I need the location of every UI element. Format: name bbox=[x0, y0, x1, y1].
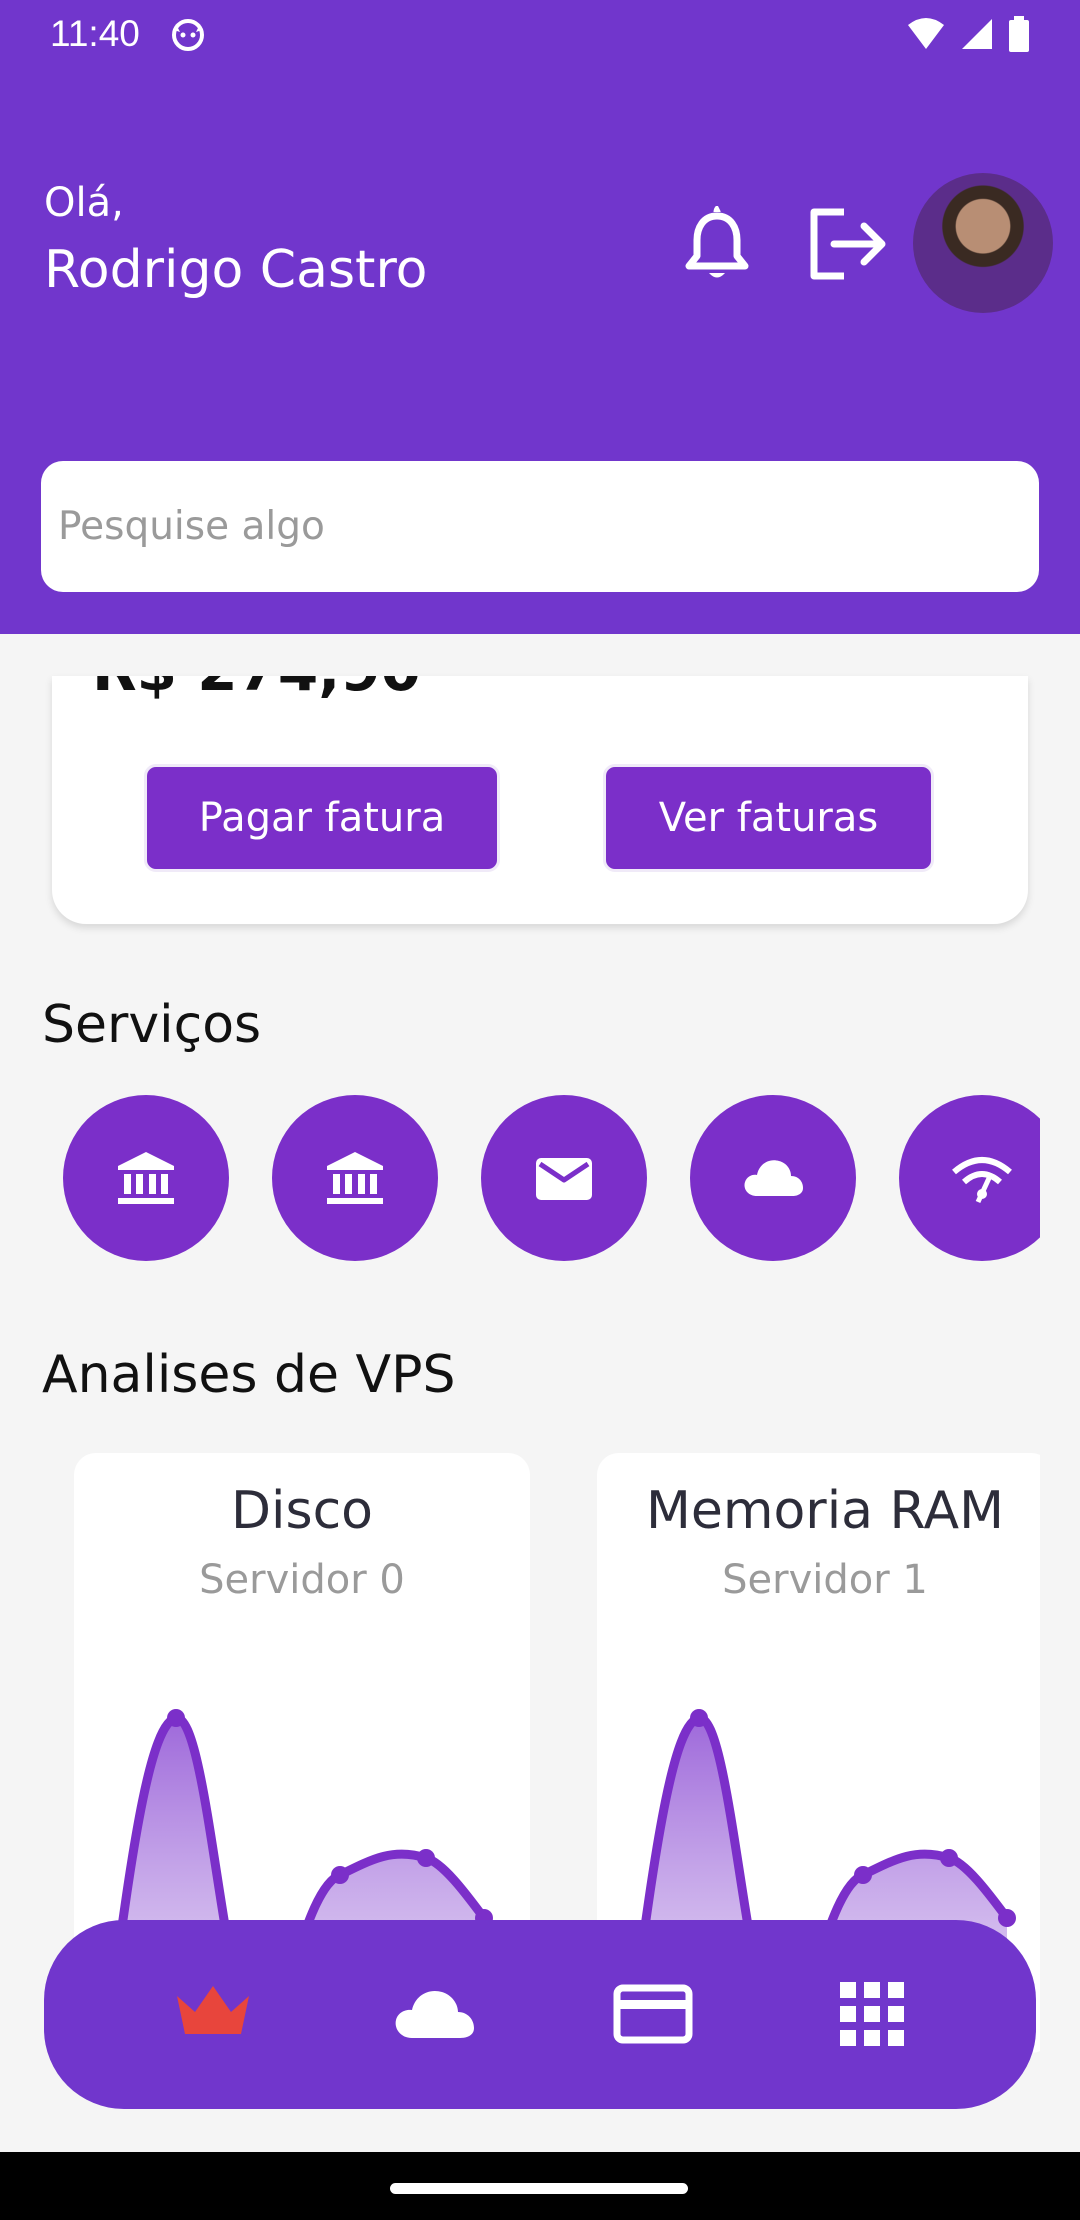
vps-chart-point bbox=[998, 1909, 1016, 1927]
invoice-card: R$ 274,90 Pagar fatura Ver faturas bbox=[52, 676, 1028, 924]
bank-icon bbox=[118, 1152, 174, 1204]
logout-icon[interactable] bbox=[808, 208, 890, 280]
header: Olá, Rodrigo Castro bbox=[0, 68, 1080, 634]
grid-icon bbox=[840, 1982, 904, 2046]
wifi-off-icon bbox=[952, 1157, 1012, 1204]
user-name: Rodrigo Castro bbox=[44, 240, 428, 300]
vps-card-title: Disco bbox=[231, 1481, 373, 1541]
home-gesture-handle[interactable] bbox=[390, 2183, 688, 2194]
service-mail[interactable] bbox=[481, 1095, 647, 1261]
credit-card-icon bbox=[613, 1984, 693, 2044]
vps-chart-point bbox=[690, 1709, 708, 1727]
status-icons bbox=[906, 16, 1030, 52]
vps-chart-point bbox=[417, 1849, 435, 1867]
view-invoices-button[interactable]: Ver faturas bbox=[603, 764, 934, 872]
search-box[interactable] bbox=[41, 461, 1039, 592]
vps-chart-point bbox=[854, 1866, 872, 1884]
vps-chart-point bbox=[331, 1866, 349, 1884]
nav-item-cloud[interactable] bbox=[392, 1972, 476, 2056]
vps-title: Analises de VPS bbox=[42, 1345, 456, 1405]
services-list bbox=[63, 1095, 1040, 1261]
status-time: 11:40 bbox=[50, 13, 140, 54]
signal-icon bbox=[962, 19, 992, 49]
status-bar: 11:40 bbox=[0, 0, 1080, 68]
service-bank-2[interactable] bbox=[272, 1095, 438, 1261]
avatar[interactable] bbox=[913, 173, 1053, 313]
vps-card-title: Memoria RAM bbox=[645, 1481, 1004, 1541]
greeting-text: Olá, bbox=[44, 180, 124, 226]
pay-invoice-button[interactable]: Pagar fatura bbox=[144, 764, 500, 872]
cat-notification-icon bbox=[171, 19, 204, 51]
cloud-icon bbox=[744, 1160, 803, 1196]
crown-icon bbox=[177, 1986, 249, 2034]
nav-item-apps[interactable] bbox=[830, 1972, 914, 2056]
vps-chart-point bbox=[940, 1849, 958, 1867]
vps-card-subtitle: Servidor 1 bbox=[722, 1557, 928, 1603]
battery-icon bbox=[1009, 16, 1029, 52]
service-bank-1[interactable] bbox=[63, 1095, 229, 1261]
bottom-nav bbox=[44, 1920, 1036, 2109]
cloud-icon bbox=[395, 1990, 474, 2038]
wifi-icon bbox=[908, 18, 944, 49]
services-title: Serviços bbox=[42, 995, 262, 1055]
search-input[interactable] bbox=[58, 504, 1039, 549]
invoice-amount: R$ 274,90 bbox=[92, 676, 421, 704]
vps-card-subtitle: Servidor 0 bbox=[199, 1557, 405, 1603]
bell-icon[interactable] bbox=[681, 206, 753, 284]
nav-item-payments[interactable] bbox=[611, 1972, 695, 2056]
vps-chart-point bbox=[167, 1709, 185, 1727]
service-wifi-off[interactable] bbox=[899, 1095, 1040, 1261]
gesture-bar bbox=[0, 2152, 1080, 2220]
service-cloud[interactable] bbox=[690, 1095, 856, 1261]
bank-icon bbox=[327, 1152, 383, 1204]
nav-item-home[interactable] bbox=[171, 1972, 255, 2056]
mail-icon bbox=[536, 1158, 592, 1200]
